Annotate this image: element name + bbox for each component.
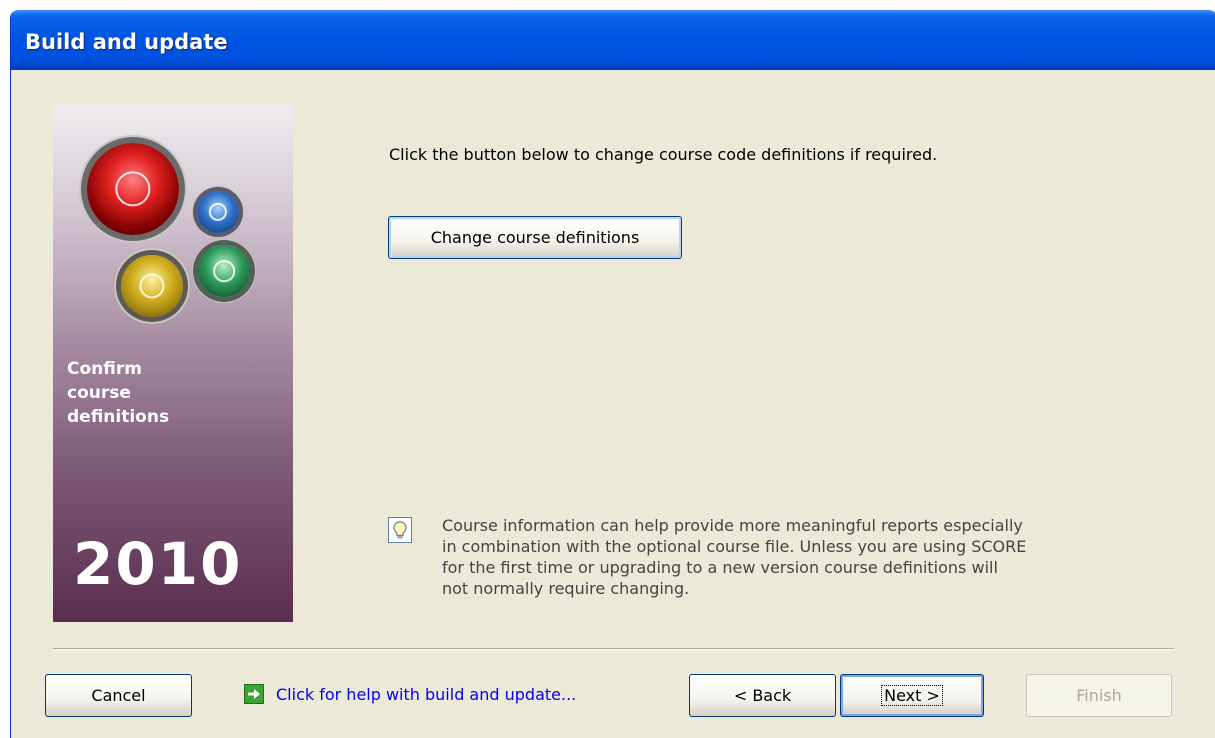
blue-target-icon — [197, 191, 239, 233]
wizard-banner: Confirm course definitions 2010 — [53, 105, 293, 622]
help-link[interactable]: Click for help with build and update... — [244, 684, 576, 704]
next-button-label: Next > — [881, 685, 943, 706]
back-button[interactable]: < Back — [689, 674, 836, 717]
lightbulb-icon — [388, 517, 412, 543]
finish-button: Finish — [1026, 674, 1172, 717]
green-arrow-icon — [244, 684, 264, 704]
title-bar[interactable]: Build and update — [11, 10, 1215, 70]
banner-caption-line: course — [67, 383, 131, 403]
banner-caption-line: Confirm — [67, 359, 142, 379]
hint-line: for the first time or upgrading to a new… — [442, 558, 998, 577]
yellow-target-icon — [121, 255, 183, 317]
hint-line: Course information can help provide more… — [442, 516, 1023, 535]
red-target-icon — [87, 143, 179, 235]
banner-step-caption: Confirm course definitions — [67, 357, 169, 429]
banner-caption-line: definitions — [67, 407, 170, 427]
banner-year: 2010 — [73, 530, 243, 598]
next-button[interactable]: Next > — [840, 674, 984, 717]
hint-text: Course information can help provide more… — [442, 515, 1162, 599]
instruction-text: Click the button below to change course … — [389, 145, 938, 164]
green-target-icon — [198, 245, 250, 297]
window-title: Build and update — [25, 30, 228, 54]
wizard-window: Build and update Confirm course definiti… — [10, 10, 1215, 738]
help-link-text[interactable]: Click for help with build and update... — [276, 685, 576, 704]
cancel-button[interactable]: Cancel — [45, 674, 192, 717]
hint-line: in combination with the optional course … — [442, 537, 1027, 556]
hint-line: not normally require changing. — [442, 579, 690, 598]
footer-separator — [53, 648, 1174, 650]
change-course-definitions-button[interactable]: Change course definitions — [388, 216, 682, 259]
